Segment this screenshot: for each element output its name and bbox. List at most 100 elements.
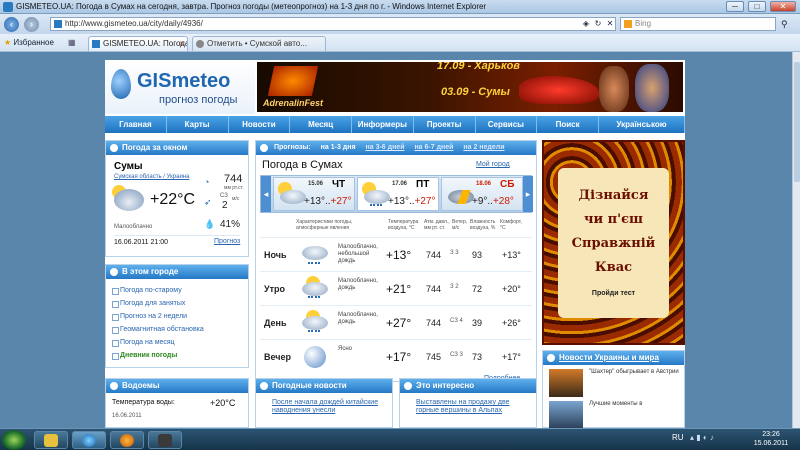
box-title[interactable]: Новости Украины и мира bbox=[559, 353, 659, 362]
header-bullet-icon bbox=[404, 382, 412, 390]
humidity-value: 41% bbox=[220, 219, 241, 230]
banner-line-2: 03.09 - Сумы bbox=[441, 86, 510, 98]
city-link-two-weeks[interactable]: Прогноз на 2 недели bbox=[112, 310, 248, 323]
language-indicator[interactable]: RU bbox=[672, 433, 684, 442]
my-city-link[interactable]: Мой город bbox=[476, 161, 510, 168]
box-header: Погода за окном bbox=[106, 141, 248, 155]
pressure-value: 744 bbox=[224, 173, 243, 185]
region-link[interactable]: Сумская область / Украина bbox=[114, 174, 189, 180]
col-phenomena: Характеристики погоды, атмосферные явлен… bbox=[296, 219, 353, 231]
city-link-geomagnetic[interactable]: Геомагнитная обстановка bbox=[112, 323, 248, 336]
menu-item-month[interactable]: Месяц bbox=[290, 116, 352, 133]
row-description: Малооблачно, дождь bbox=[338, 278, 378, 291]
day-temps: +13°..+27° bbox=[388, 196, 436, 207]
folder-icon bbox=[44, 434, 58, 447]
menu-item-ukrainian[interactable]: Українською bbox=[599, 116, 686, 133]
day-card[interactable]: 15.06 ЧТ +13°..+27° bbox=[273, 177, 355, 211]
favorites-button[interactable]: ★ Избранное bbox=[4, 38, 54, 47]
forecast-link[interactable]: Прогноз bbox=[214, 238, 240, 245]
adrenalin-logo-icon bbox=[267, 66, 319, 96]
start-button[interactable] bbox=[2, 430, 26, 450]
partly-cloudy-rain-icon bbox=[362, 182, 390, 206]
next-days-button[interactable]: ▸ bbox=[523, 176, 533, 212]
compat-view-icon[interactable]: ◈ bbox=[580, 18, 592, 30]
col-pressure: Атм. давл., мм рт. ст. bbox=[424, 219, 450, 231]
taskbar-explorer[interactable] bbox=[34, 431, 68, 449]
tray-icons[interactable]: ▴ ▮ ◐ ♪ bbox=[690, 433, 714, 442]
city-link-old-style[interactable]: Погода по-старому bbox=[112, 284, 248, 297]
tab-2-weeks[interactable]: на 2 недели bbox=[463, 144, 504, 151]
interesting-link[interactable]: Выставлены на продажу две горные вершины… bbox=[416, 399, 532, 415]
minimize-button[interactable]: ─ bbox=[726, 1, 744, 12]
logo-text: GISmeteo bbox=[137, 70, 231, 92]
day-card[interactable]: 18.06 СБ +9°..+28° bbox=[441, 177, 523, 211]
row-wind: З 3 bbox=[450, 250, 459, 256]
menu-item-services[interactable]: Сервисы bbox=[476, 116, 538, 133]
cloud-icon bbox=[114, 189, 144, 211]
search-provider: Bing bbox=[635, 19, 652, 28]
day-high: +27° bbox=[330, 196, 352, 207]
news-item[interactable]: Лучшие моменты в bbox=[549, 401, 685, 431]
search-field[interactable]: Bing ⚲ bbox=[620, 17, 788, 31]
clock-date: 15.06.2011 bbox=[753, 440, 789, 447]
menu-item-news[interactable]: Новости bbox=[229, 116, 291, 133]
menu-item-informers[interactable]: Информеры bbox=[352, 116, 414, 133]
tab-sumy-auto[interactable]: Отметить • Сумской авто... bbox=[192, 36, 326, 51]
forecast-row-morning: Утро Малооблачно, дождь +21° 744 З 2 72 … bbox=[260, 271, 532, 305]
close-window-button[interactable]: ✕ bbox=[770, 1, 796, 12]
stop-icon[interactable]: ✕ bbox=[604, 18, 616, 30]
back-button[interactable]: ‹ bbox=[4, 17, 19, 32]
ad-test-button[interactable]: Пройди тест bbox=[558, 290, 669, 297]
search-icon[interactable]: ⚲ bbox=[781, 18, 795, 30]
taskbar-ie[interactable] bbox=[72, 431, 106, 449]
url-field[interactable]: http://www.gismeteo.ua/city/daily/4936/ bbox=[50, 17, 616, 31]
box-title: В этом городе bbox=[122, 267, 179, 276]
media-player-icon bbox=[120, 434, 134, 447]
taskbar-mediaplayer[interactable] bbox=[110, 431, 144, 449]
clock[interactable]: 23:26 15.06.2011 bbox=[748, 430, 794, 448]
news-item[interactable]: "Шахтер" обыгрывает в Австрии bbox=[549, 369, 685, 399]
ad-line: Дізнайся bbox=[578, 188, 649, 203]
kvas-ad-banner[interactable]: Дізнайся чи п'єш Справжній Квас Пройди т… bbox=[542, 140, 685, 345]
row-temp: +27° bbox=[386, 316, 412, 330]
sun-cloud-rain-icon bbox=[300, 310, 330, 336]
forward-button[interactable]: › bbox=[24, 17, 39, 32]
adrenalin-banner[interactable]: AdrenalinFest 17.09 - Харьков 03.09 - Су… bbox=[257, 62, 683, 112]
menu-item-search[interactable]: Поиск bbox=[537, 116, 599, 133]
weather-news-link[interactable]: После начала дождей китайские наводнения… bbox=[272, 399, 388, 415]
tab-close-icon[interactable]: × bbox=[179, 37, 184, 50]
tab-6-7-days[interactable]: на 6-7 дней bbox=[414, 144, 453, 151]
row-wind: З 2 bbox=[450, 284, 459, 290]
vertical-scrollbar[interactable] bbox=[792, 52, 800, 428]
water-box: Водоемы Температура воды: +20°C 16.06.20… bbox=[105, 378, 249, 428]
menu-item-home[interactable]: Главная bbox=[105, 116, 167, 133]
tab-3-6-days[interactable]: на 3-6 дней bbox=[366, 144, 405, 151]
current-temp: +22°C bbox=[150, 191, 196, 208]
prev-days-button[interactable]: ◂ bbox=[261, 176, 271, 212]
menu-item-projects[interactable]: Проекты bbox=[414, 116, 476, 133]
row-description: Малооблачно, небольшой дождь bbox=[338, 244, 378, 264]
bing-icon bbox=[624, 20, 632, 28]
pressure-unit: мм рт.ст. bbox=[224, 185, 244, 191]
col-comfort: Комфорт, °C bbox=[500, 219, 522, 231]
quick-tabs-icon[interactable]: ▦ bbox=[68, 38, 78, 48]
row-period: День bbox=[264, 318, 287, 328]
header-bullet-icon bbox=[110, 268, 118, 276]
city-link-diary[interactable]: Дневник погоды bbox=[112, 349, 248, 362]
refresh-icon[interactable]: ↻ bbox=[592, 18, 604, 30]
city-link-month[interactable]: Погода на месяц bbox=[112, 336, 248, 349]
day-card[interactable]: 17.06 ПТ +13°..+27° bbox=[357, 177, 439, 211]
menu-item-maps[interactable]: Карты bbox=[167, 116, 229, 133]
weather-description: Малооблачно bbox=[114, 224, 153, 230]
day-temps: +9°..+28° bbox=[472, 196, 514, 207]
taskbar-film[interactable] bbox=[148, 431, 182, 449]
moon-icon bbox=[300, 344, 330, 370]
scrollbar-thumb[interactable] bbox=[794, 62, 800, 182]
city-link-busy[interactable]: Погода для занятых bbox=[112, 297, 248, 310]
partly-cloudy-icon bbox=[278, 182, 306, 206]
maximize-button[interactable]: □ bbox=[748, 1, 766, 12]
site-logo[interactable]: GISmeteo прогноз погоды bbox=[105, 60, 255, 114]
tab-gismeteo[interactable]: GISMETEO.UA: Погода в Сумах на... × bbox=[88, 36, 188, 51]
tab-1-3-days[interactable]: на 1-3 дня bbox=[321, 144, 356, 151]
row-humidity: 73 bbox=[472, 352, 483, 362]
